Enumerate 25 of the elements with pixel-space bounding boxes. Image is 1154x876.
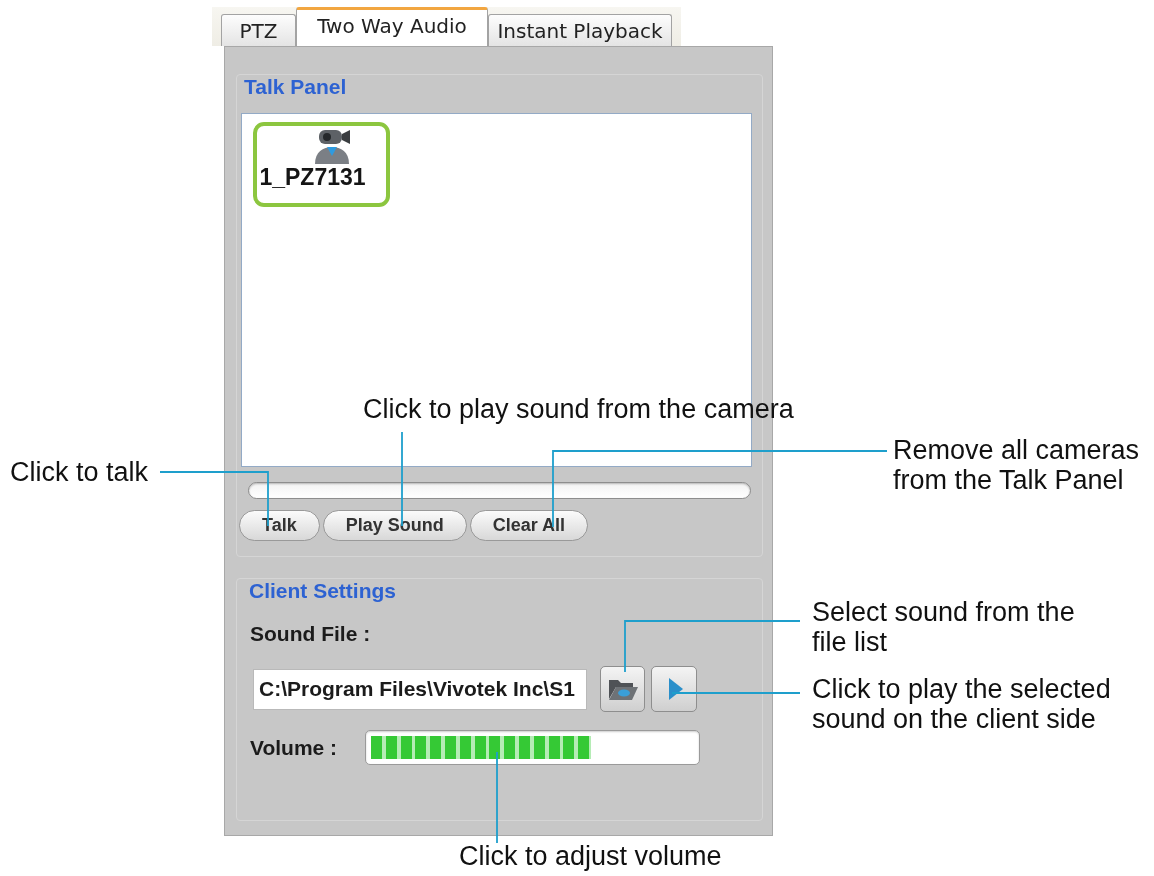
callout-text: Remove all cameras from the Talk Panel bbox=[893, 435, 1141, 495]
sound-file-field[interactable]: C:\Program Files\Vivotek Inc\S1 bbox=[253, 668, 587, 710]
camera-tile[interactable]: 1_PZ7131 bbox=[253, 122, 390, 207]
field-label: Sound File : bbox=[250, 622, 371, 646]
callout-text: Click to talk bbox=[10, 457, 149, 487]
tab[interactable]: Instant Playback bbox=[488, 14, 672, 46]
play-button[interactable] bbox=[651, 666, 697, 712]
volume-slider-track[interactable] bbox=[365, 730, 700, 765]
camera-name: 1_PZ7131 bbox=[259, 164, 366, 190]
tab[interactable]: PTZ bbox=[221, 14, 296, 46]
play-icon bbox=[669, 678, 683, 700]
callout-text: Click to play the selected sound on the client side bbox=[812, 674, 1112, 734]
field-label: Volume : bbox=[250, 735, 339, 760]
horizontal-scrollbar[interactable] bbox=[248, 482, 751, 499]
group-title: Talk Panel bbox=[244, 75, 347, 99]
tab[interactable]: Two Way Audio bbox=[296, 7, 488, 46]
clear-all-button[interactable]: Clear All bbox=[469, 510, 589, 541]
callout-text: Click to play sound from the camera bbox=[363, 394, 794, 424]
group-title: Client Settings bbox=[249, 579, 396, 603]
talk-button[interactable]: Talk bbox=[239, 510, 320, 541]
callout-text: Click to adjust volume bbox=[459, 841, 722, 871]
folder-icon bbox=[607, 677, 638, 701]
callout-text: Select sound from the file list bbox=[812, 597, 1076, 657]
browse-button[interactable] bbox=[600, 666, 645, 712]
play-sound-button[interactable]: Play Sound bbox=[322, 510, 467, 541]
